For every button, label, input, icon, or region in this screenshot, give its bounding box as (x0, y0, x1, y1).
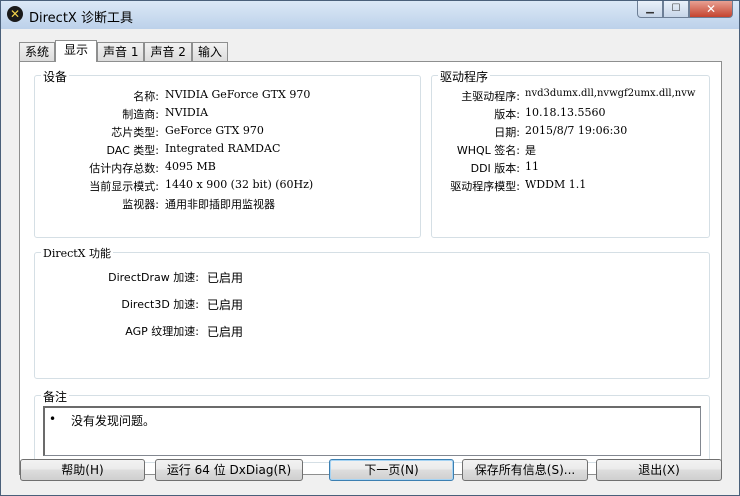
minimize-button[interactable]: ▁ (637, 1, 663, 18)
driver-version-label: 版本: (494, 108, 520, 121)
directx-features-title: DirectX 功能 (41, 245, 114, 261)
device-monitor-value: 通用非即插即用监视器 (165, 198, 275, 211)
directx-features-group: DirectX 功能 DirectDraw 加速: 已启用 Direct3D 加速… (34, 245, 710, 379)
notes-bullet: • (49, 412, 57, 426)
dxdiag-window: ✕ DirectX 诊断工具 ▁ ☐ ✕ 系统 显示 声音 1 声音 2 输入 … (0, 0, 740, 496)
client-area: 系统 显示 声音 1 声音 2 输入 设备 名称: NVIDIA GeForce … (7, 29, 734, 490)
driver-model-value: WDDM 1.1 (525, 178, 587, 191)
driver-date-label: 日期: (494, 126, 520, 139)
next-page-button[interactable]: 下一页(N) (329, 459, 454, 481)
device-name-label: 名称: (133, 90, 159, 103)
device-chip-type-value: GeForce GTX 970 (165, 124, 264, 137)
device-manufacturer-value: NVIDIA (165, 106, 209, 119)
notes-group: 备注 • 没有发现问题。 (34, 388, 710, 463)
window-title: DirectX 诊断工具 (29, 11, 133, 26)
save-all-info-button[interactable]: 保存所有信息(S)... (462, 459, 588, 481)
tab-display[interactable]: 显示 (55, 40, 98, 62)
device-manufacturer-label: 制造商: (122, 108, 159, 121)
driver-group-title: 驱动程序 (438, 68, 491, 85)
driver-whql-value: 是 (525, 144, 536, 157)
exit-button[interactable]: 退出(X) (596, 459, 722, 481)
direct3d-value: 已启用 (207, 298, 244, 312)
window-controls: ▁ ☐ ✕ (637, 1, 733, 19)
tab-system[interactable]: 系统 (19, 42, 56, 61)
driver-model-label: 驱动程序模型: (450, 180, 520, 193)
tab-sound-1[interactable]: 声音 1 (97, 42, 145, 61)
device-dac-type-value: Integrated RAMDAC (165, 142, 281, 155)
maximize-button[interactable]: ☐ (663, 1, 689, 18)
device-display-mode-value: 1440 x 900 (32 bit) (60Hz) (165, 178, 314, 191)
directx-app-icon: ✕ (7, 6, 23, 22)
device-dac-type-label: DAC 类型: (106, 144, 160, 157)
driver-date-value: 2015/8/7 19:06:30 (525, 124, 628, 137)
directdraw-value: 已启用 (207, 271, 244, 285)
tab-strip: 系统 显示 声音 1 声音 2 输入 (19, 40, 228, 62)
agp-label: AGP 纹理加速: (125, 325, 199, 338)
run-64bit-dxdiag-button[interactable]: 运行 64 位 DxDiag(R) (155, 459, 303, 481)
notes-item-text: 没有发现问题。 (71, 414, 156, 428)
driver-ddi-label: DDI 版本: (470, 162, 520, 175)
driver-ddi-value: 11 (525, 160, 539, 173)
device-memory-label: 估计内存总数: (89, 162, 159, 175)
driver-whql-label: WHQL 签名: (456, 144, 520, 157)
tab-input[interactable]: 输入 (191, 42, 228, 61)
close-button[interactable]: ✕ (689, 1, 733, 18)
device-monitor-label: 监视器: (122, 198, 159, 211)
title-bar[interactable]: ✕ DirectX 诊断工具 ▁ ☐ ✕ (1, 1, 739, 29)
tab-sound-2[interactable]: 声音 2 (144, 42, 192, 61)
device-name-value: NVIDIA GeForce GTX 970 (165, 88, 311, 101)
device-group-title: 设备 (41, 68, 70, 85)
device-display-mode-label: 当前显示模式: (89, 180, 159, 193)
device-memory-value: 4095 MB (165, 160, 216, 173)
device-group: 设备 名称: NVIDIA GeForce GTX 970 制造商: NVIDIA … (34, 68, 421, 238)
notes-group-title: 备注 (41, 388, 70, 405)
directdraw-label: DirectDraw 加速: (108, 271, 199, 284)
driver-version-value: 10.18.13.5560 (525, 106, 606, 119)
driver-main-value: nvd3dumx.dll,nvwgf2umx.dll,nvw (525, 88, 696, 99)
agp-value: 已启用 (207, 325, 244, 339)
direct3d-label: Direct3D 加速: (121, 298, 199, 311)
device-chip-type-label: 芯片类型: (111, 126, 159, 139)
help-button[interactable]: 帮助(H) (20, 459, 145, 481)
display-tab-panel: 设备 名称: NVIDIA GeForce GTX 970 制造商: NVIDIA … (19, 61, 722, 475)
notes-text-box[interactable]: • 没有发现问题。 (43, 406, 701, 456)
driver-group: 驱动程序 主驱动程序: nvd3dumx.dll,nvwgf2umx.dll,nv… (431, 68, 710, 238)
driver-main-label: 主驱动程序: (461, 90, 520, 103)
